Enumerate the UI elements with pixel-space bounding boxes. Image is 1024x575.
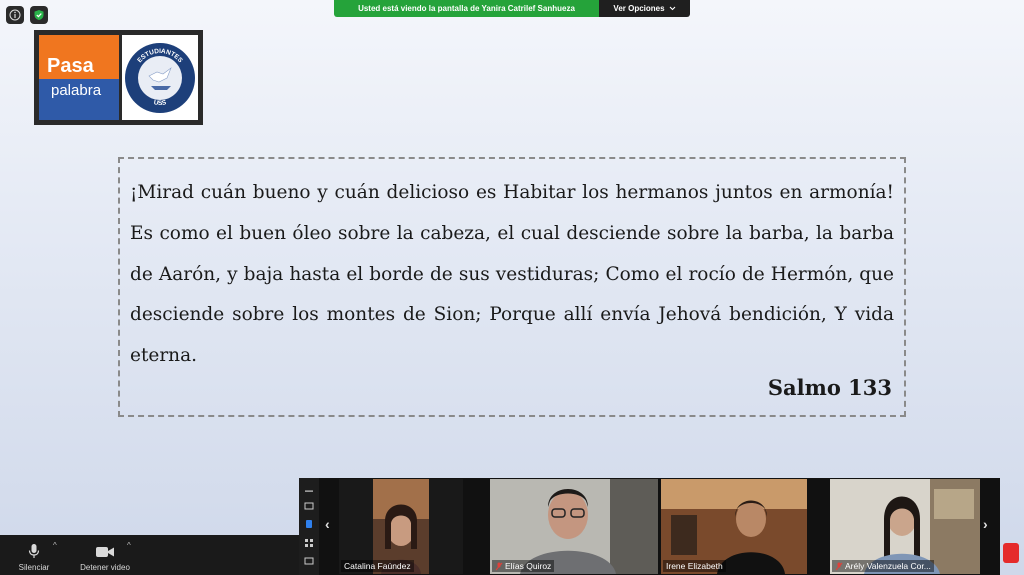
pasapalabra-logo: Pasa palabra ESTUDIANTES USS: [34, 30, 203, 125]
group-seal-logo: ESTUDIANTES USS: [122, 35, 198, 120]
video-options-caret-icon[interactable]: ^: [127, 541, 131, 550]
mute-options-caret-icon[interactable]: ^: [53, 541, 57, 550]
participant-tile[interactable]: Catalina Faúndez: [339, 479, 463, 574]
gallery-next-arrow-icon[interactable]: ›: [983, 516, 988, 532]
mute-button[interactable]: Silenciar: [14, 543, 54, 572]
chevron-down-icon: [669, 6, 675, 11]
participant-name-tag: Elías Quiroz: [492, 560, 555, 572]
verse-reference: Salmo 133: [767, 375, 892, 400]
meeting-toolbar: Silenciar ^ Detener video ^: [0, 535, 300, 575]
participant-name-tag: Catalina Faúndez: [341, 560, 414, 572]
muted-microphone-icon: [835, 562, 843, 570]
participant-name: Irene Elizabeth: [666, 561, 723, 571]
participant-name-tag: Arély Valenzuela Cor...: [832, 560, 934, 572]
stop-video-label: Detener video: [80, 563, 130, 572]
gallery-grid-icon[interactable]: [304, 538, 314, 548]
participant-tile[interactable]: Elías Quiroz: [490, 479, 658, 574]
share-message: Usted está viendo la pantalla de Yanira …: [334, 0, 599, 17]
participant-tile[interactable]: Arély Valenzuela Cor...: [830, 479, 980, 574]
muted-microphone-icon: [495, 562, 503, 570]
mute-label: Silenciar: [18, 563, 50, 572]
verse-text: ¡Mirad cuán bueno y cuán delicioso es Ha…: [130, 182, 894, 367]
shield-check-icon[interactable]: [30, 6, 48, 24]
participant-name-tag: Irene Elizabeth: [663, 560, 726, 572]
info-icon[interactable]: [6, 6, 24, 24]
strip-view-icon[interactable]: [304, 502, 314, 510]
microphone-icon: [28, 544, 40, 558]
pasapalabra-wordmark: Pasa palabra: [39, 35, 119, 120]
participant-gallery: ‹ Catalina Faúndez Elías Quiroz Irene El…: [299, 478, 1000, 575]
gallery-prev-arrow-icon[interactable]: ‹: [325, 516, 330, 532]
minimize-icon[interactable]: [304, 489, 314, 493]
video-camera-icon: [96, 547, 114, 557]
speaker-view-icon[interactable]: [304, 519, 314, 529]
participant-name: Elías Quiroz: [505, 561, 552, 571]
participant-name: Catalina Faúndez: [344, 561, 411, 571]
logo-word-palabra: palabra: [51, 82, 102, 99]
screen-share-banner: Usted está viendo la pantalla de Yanira …: [334, 0, 690, 17]
gallery-layout-controls: [299, 478, 319, 575]
view-options-button[interactable]: Ver Opciones: [599, 0, 690, 17]
participant-tile[interactable]: Irene Elizabeth: [661, 479, 807, 574]
end-meeting-button[interactable]: [1003, 543, 1019, 563]
verse-card: ¡Mirad cuán bueno y cuán delicioso es Ha…: [118, 157, 906, 417]
participant-name: Arély Valenzuela Cor...: [845, 561, 931, 571]
svg-text:USS: USS: [153, 99, 167, 107]
logo-word-pasa: Pasa: [47, 55, 94, 77]
fullscreen-icon[interactable]: [304, 557, 314, 565]
view-options-label: Ver Opciones: [613, 4, 665, 13]
